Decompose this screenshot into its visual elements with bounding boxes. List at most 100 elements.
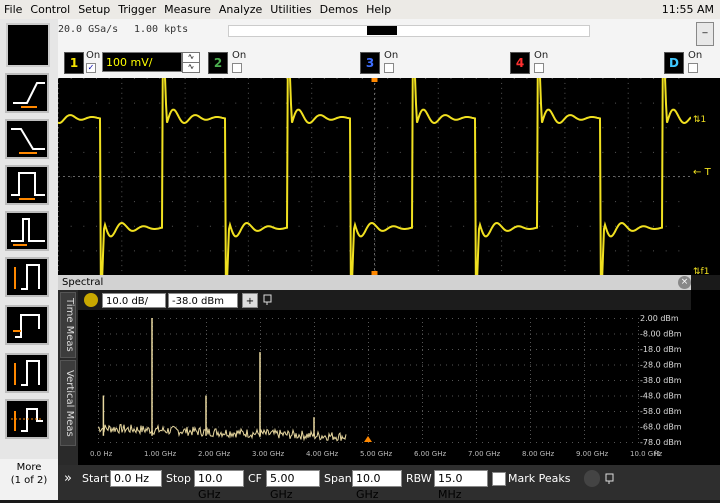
pulse-width-icon bbox=[11, 172, 45, 200]
x-tick-label: 7.00 GHz bbox=[468, 450, 500, 458]
x-tick-label: 9.00 GHz bbox=[576, 450, 608, 458]
menu-bar: File Control Setup Trigger Measure Analy… bbox=[0, 0, 720, 20]
x-tick-label: 6.00 GHz bbox=[414, 450, 446, 458]
rising-edge-icon bbox=[13, 82, 45, 108]
y-tick-label: -58.0 dBm bbox=[640, 407, 682, 416]
acquisition-bar: 20.0 GSa/s 1.00 kpts _ bbox=[58, 19, 720, 48]
more-button[interactable]: More (1 of 2) bbox=[0, 459, 58, 500]
channel-4-on-label: On bbox=[534, 50, 549, 61]
more-page-indicator: (1 of 2) bbox=[10, 475, 48, 486]
channel-4-button[interactable]: 4 bbox=[510, 52, 530, 74]
center-frequency-marker bbox=[364, 436, 372, 442]
glitch-icon bbox=[11, 218, 45, 246]
waveform-graticule bbox=[57, 21, 692, 310]
mark-peaks-checkbox[interactable] bbox=[492, 472, 506, 486]
trigger-level-marker[interactable]: ← T bbox=[693, 167, 712, 178]
channel-2-button[interactable]: 2 bbox=[208, 52, 228, 74]
spectral-offset[interactable]: -38.0 dBm bbox=[168, 293, 238, 308]
stop-label: Stop bbox=[166, 472, 192, 485]
runt-trigger-tool[interactable] bbox=[5, 257, 49, 297]
tab-time-meas[interactable]: Time Meas bbox=[60, 292, 76, 358]
menu-measure[interactable]: Measure bbox=[160, 0, 215, 19]
start-frequency-input[interactable]: 0.0 Hz bbox=[110, 470, 162, 487]
function-1-marker[interactable]: ⇅f1 bbox=[693, 267, 709, 277]
menu-demos[interactable]: Demos bbox=[316, 0, 362, 19]
spectral-toolbar: 10.0 dB/ -38.0 dBm + bbox=[78, 290, 691, 310]
spectral-add-button[interactable]: + bbox=[242, 293, 258, 308]
y-tick-label: -38.0 dBm bbox=[640, 376, 682, 385]
channel-bar: 1 On ✓ 100 mV/ ∿ ∿ 2 On 3 On 4 On D On bbox=[58, 48, 720, 79]
channel-4-checkbox[interactable] bbox=[534, 63, 544, 73]
digital-checkbox[interactable] bbox=[688, 63, 698, 73]
expand-controls-button[interactable]: » bbox=[64, 470, 72, 487]
span-input[interactable]: 10.0 GHz bbox=[352, 470, 402, 501]
pin-icon[interactable] bbox=[262, 294, 274, 306]
sample-rate: 20.0 GSa/s bbox=[58, 24, 119, 35]
channel-1-offset-marker[interactable]: ⇅1 bbox=[693, 115, 706, 125]
runt-icon bbox=[14, 264, 40, 290]
channel-1-checkbox[interactable]: ✓ bbox=[86, 63, 96, 73]
rbw-label: RBW bbox=[406, 472, 432, 485]
transition-icon bbox=[14, 360, 40, 386]
menu-trigger[interactable]: Trigger bbox=[114, 0, 160, 19]
falling-edge-trigger-tool[interactable] bbox=[5, 119, 49, 159]
time-overview-bar[interactable] bbox=[228, 25, 590, 37]
peak-settings-icon[interactable] bbox=[584, 470, 600, 487]
bottom-pin-icon[interactable] bbox=[604, 473, 616, 488]
channel-2-on-label: On bbox=[232, 50, 247, 61]
scale-down-button[interactable]: ∿ bbox=[182, 62, 200, 73]
left-toolbar: More (1 of 2) bbox=[0, 19, 59, 500]
digital-channel-button[interactable]: D bbox=[664, 52, 684, 74]
channel-3-button[interactable]: 3 bbox=[360, 52, 380, 74]
start-label: Start bbox=[82, 472, 109, 485]
setup-hold-trigger-tool[interactable] bbox=[5, 305, 49, 345]
center-frequency-input[interactable]: 5.00 GHz bbox=[266, 470, 320, 501]
channel-1-button[interactable]: 1 bbox=[64, 52, 84, 74]
minimize-button[interactable]: _ bbox=[696, 22, 714, 46]
falling-edge-icon bbox=[11, 128, 45, 154]
channel-3-on-label: On bbox=[384, 50, 399, 61]
y-tick-label: -78.0 dBm bbox=[640, 438, 682, 447]
digital-on-label: On bbox=[688, 50, 703, 61]
spectral-side-tabs: Time Meas Vertical Meas bbox=[58, 290, 78, 470]
window-trigger-tool[interactable] bbox=[5, 399, 49, 439]
channel-2-checkbox[interactable] bbox=[232, 63, 242, 73]
waveform-display[interactable] bbox=[57, 21, 692, 310]
menu-setup[interactable]: Setup bbox=[74, 0, 114, 19]
menu-file[interactable]: File bbox=[0, 0, 26, 19]
more-label: More bbox=[16, 462, 42, 473]
time-window-marker[interactable] bbox=[367, 26, 397, 35]
spectrum-y-axis bbox=[691, 290, 720, 470]
spectrum-display[interactable]: 0.0 Hz 1.00 GHz 2.00 GHz 3.00 GHz 4.00 GHz 5.… bbox=[78, 310, 691, 470]
tab-vertical-meas[interactable]: Vertical Meas bbox=[60, 360, 76, 446]
center-frequency-label: CF bbox=[248, 472, 263, 485]
spectral-vertical-scale[interactable]: 10.0 dB/ bbox=[102, 293, 166, 308]
x-tick-label: 5.00 GHz bbox=[360, 450, 392, 458]
spectral-title-bar[interactable]: Spectral bbox=[58, 275, 691, 290]
transition-trigger-tool[interactable] bbox=[5, 353, 49, 393]
channel-1-scale[interactable]: 100 mV/ bbox=[102, 52, 182, 72]
x-tick-label: 4.00 GHz bbox=[306, 450, 338, 458]
window-icon bbox=[11, 408, 43, 432]
function-1-icon[interactable] bbox=[84, 293, 98, 307]
rbw-input[interactable]: 15.0 MHz bbox=[434, 470, 488, 501]
menu-control[interactable]: Control bbox=[26, 0, 74, 19]
run-state-indicator[interactable] bbox=[6, 23, 50, 67]
memory-depth: 1.00 kpts bbox=[134, 24, 189, 35]
glitch-trigger-tool[interactable] bbox=[5, 211, 49, 251]
channel-3-checkbox[interactable] bbox=[384, 63, 394, 73]
x-tick-label: 8.00 GHz bbox=[522, 450, 554, 458]
spectrum-graticule: 0.0 Hz 1.00 GHz 2.00 GHz 3.00 GHz 4.00 GHz 5.… bbox=[90, 314, 682, 458]
spectral-close-button[interactable]: × bbox=[678, 276, 691, 289]
mark-peaks-label[interactable]: Mark Peaks bbox=[508, 470, 570, 487]
y-tick-label: -68.0 dBm bbox=[640, 423, 682, 432]
setup-hold-icon bbox=[13, 314, 40, 338]
stop-frequency-input[interactable]: 10.0 GHz bbox=[194, 470, 244, 501]
rising-edge-trigger-tool[interactable] bbox=[5, 73, 49, 113]
y-tick-label: -48.0 dBm bbox=[640, 392, 682, 401]
y-tick-label: 2.00 dBm bbox=[640, 314, 679, 323]
menu-analyze[interactable]: Analyze bbox=[215, 0, 266, 19]
menu-utilities[interactable]: Utilities bbox=[266, 0, 315, 19]
menu-help[interactable]: Help bbox=[362, 0, 395, 19]
pulse-width-trigger-tool[interactable] bbox=[5, 165, 49, 205]
